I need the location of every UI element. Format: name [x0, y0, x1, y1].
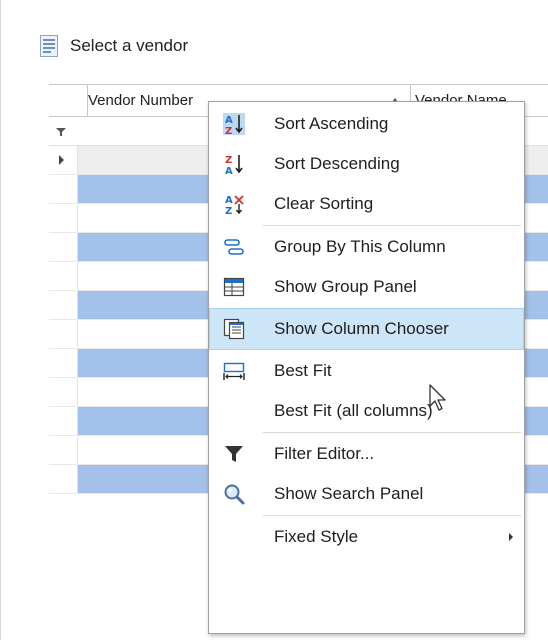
- svg-text:A: A: [225, 195, 233, 206]
- menu-item-filter-editor[interactable]: Filter Editor...: [210, 434, 523, 474]
- menu-item-best-fit[interactable]: Best Fit: [210, 351, 523, 391]
- best-fit-icon: [223, 360, 245, 382]
- menu-item-show-search-panel[interactable]: Show Search Panel: [210, 474, 523, 514]
- svg-text:Z: Z: [225, 206, 232, 215]
- sort-ascending-icon: A Z: [223, 113, 245, 137]
- menu-separator: [263, 432, 521, 433]
- mouse-pointer-icon: [428, 384, 452, 414]
- row-indicator[interactable]: [49, 436, 78, 464]
- row-indicator[interactable]: [49, 233, 78, 261]
- row-indicator[interactable]: [49, 146, 78, 174]
- clear-sorting-icon: A Z: [223, 193, 245, 217]
- row-indicator[interactable]: [49, 204, 78, 232]
- menu-item-group-by-column[interactable]: Group By This Column: [210, 227, 523, 267]
- page-title: Select a vendor: [70, 36, 189, 55]
- menu-item-show-column-chooser[interactable]: Show Column Chooser: [209, 308, 524, 350]
- sort-descending-icon: Z A: [223, 153, 245, 177]
- menu-item-best-fit-all-columns[interactable]: Best Fit (all columns): [210, 391, 523, 431]
- row-indicator[interactable]: [49, 175, 78, 203]
- menu-item-fixed-style[interactable]: Fixed Style: [210, 517, 523, 557]
- search-icon: [223, 483, 245, 505]
- document-list-icon: [40, 35, 58, 57]
- row-indicator[interactable]: [49, 465, 78, 493]
- dialog-header: Select a vendor: [40, 34, 188, 58]
- group-by-column-icon: [223, 236, 245, 258]
- filter-funnel-icon: [223, 443, 245, 465]
- row-indicator[interactable]: [49, 262, 78, 290]
- submenu-arrow-icon: [509, 533, 513, 541]
- svg-text:A: A: [225, 166, 233, 175]
- menu-item-clear-sorting[interactable]: A Z Clear Sorting: [210, 184, 523, 224]
- row-indicator[interactable]: [49, 378, 78, 406]
- row-indicator[interactable]: [49, 291, 78, 319]
- column-context-menu: A Z Sort Ascending Z A Sort Descending A…: [208, 101, 525, 634]
- group-panel-icon: [223, 276, 245, 298]
- svg-text:Z: Z: [225, 126, 232, 135]
- menu-separator: [263, 225, 521, 226]
- menu-separator: [263, 515, 521, 516]
- current-row-arrow-icon: [59, 155, 64, 165]
- row-indicator[interactable]: [49, 320, 78, 348]
- svg-text:Z: Z: [225, 155, 232, 166]
- row-indicator[interactable]: [49, 407, 78, 435]
- menu-item-show-group-panel[interactable]: Show Group Panel: [210, 267, 523, 307]
- window-left-border: [0, 0, 1, 640]
- row-indicator[interactable]: [49, 349, 78, 377]
- menu-item-sort-descending[interactable]: Z A Sort Descending: [210, 144, 523, 184]
- svg-text:A: A: [225, 115, 233, 126]
- column-chooser-icon: [223, 318, 245, 340]
- filter-icon: [55, 125, 67, 137]
- column-header-label: Vendor Number: [88, 92, 194, 109]
- menu-item-sort-ascending[interactable]: A Z Sort Ascending: [210, 104, 523, 144]
